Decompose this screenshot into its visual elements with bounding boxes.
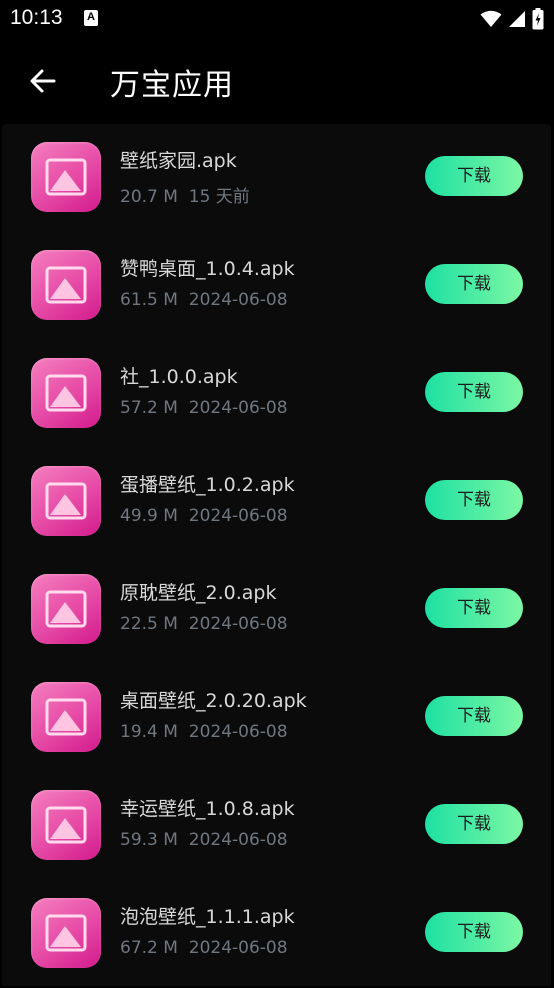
page-title: 万宝应用 [110,68,234,103]
download-button[interactable]: 下载 [425,372,523,412]
file-meta: 49.9 M 2024-06-08 [120,506,288,526]
back-arrow-icon[interactable] [28,66,58,96]
file-size: 59.3 M [120,830,178,850]
battery-charging-icon [532,8,544,30]
file-name: 社_1.0.0.apk [120,366,238,388]
wifi-icon [480,10,502,27]
image-placeholder-icon [45,482,87,520]
download-button[interactable]: 下载 [425,912,523,952]
image-placeholder-icon [45,266,87,304]
file-name: 蛋播壁纸_1.0.2.apk [120,474,295,496]
list-item[interactable]: 壁纸家园.apk 20.7 M 15 天前 下载 [2,124,551,232]
list-item[interactable]: 社_1.0.0.apk 57.2 M 2024-06-08 下载 [2,340,551,448]
list-item[interactable]: 蛋播壁纸_1.0.2.apk 49.9 M 2024-06-08 下载 [2,448,551,556]
image-placeholder-icon [45,374,87,412]
file-list: 壁纸家园.apk 20.7 M 15 天前 下载 赞鸭桌面_1.0.4.apk … [2,124,551,986]
file-meta: 22.5 M 2024-06-08 [120,614,288,634]
file-meta: 20.7 M 15 天前 [120,182,250,207]
file-meta: 61.5 M 2024-06-08 [120,290,288,310]
download-button[interactable]: 下载 [425,264,523,304]
download-button[interactable]: 下载 [425,480,523,520]
list-item[interactable]: 原耽壁纸_2.0.apk 22.5 M 2024-06-08 下载 [2,556,551,664]
file-size: 20.7 M [120,187,178,207]
download-button[interactable]: 下载 [425,156,523,196]
app-icon [31,682,101,752]
image-placeholder-icon [45,158,87,196]
list-item[interactable]: 赞鸭桌面_1.0.4.apk 61.5 M 2024-06-08 下载 [2,232,551,340]
file-meta: 57.2 M 2024-06-08 [120,398,288,418]
download-button[interactable]: 下载 [425,588,523,628]
file-date: 2024-06-08 [188,830,288,850]
file-size: 67.2 M [120,938,178,958]
file-meta: 67.2 M 2024-06-08 [120,938,288,958]
file-name: 壁纸家园.apk [120,150,237,172]
status-bar: 10:13 A [0,0,554,38]
image-placeholder-icon [45,914,87,952]
file-name: 原耽壁纸_2.0.apk [120,582,277,604]
file-date: 2024-06-08 [188,290,288,310]
app-icon [31,790,101,860]
file-name: 幸运壁纸_1.0.8.apk [120,798,295,820]
file-size: 19.4 M [120,722,178,742]
file-date: 2024-06-08 [188,938,288,958]
file-size: 22.5 M [120,614,178,634]
file-name: 泡泡壁纸_1.1.1.apk [120,906,295,928]
image-placeholder-icon [45,590,87,628]
image-placeholder-icon [45,806,87,844]
file-name: 赞鸭桌面_1.0.4.apk [120,258,295,280]
list-item[interactable]: 泡泡壁纸_1.1.1.apk 67.2 M 2024-06-08 下载 [2,880,551,988]
list-item[interactable]: 桌面壁纸_2.0.20.apk 19.4 M 2024-06-08 下载 [2,664,551,772]
file-date: 2024-06-08 [188,722,288,742]
download-button[interactable]: 下载 [425,696,523,736]
notification-a-icon: A [84,10,98,26]
file-date: 2024-06-08 [188,614,288,634]
app-icon [31,358,101,428]
file-date: 2024-06-08 [188,398,288,418]
download-button[interactable]: 下载 [425,804,523,844]
file-meta: 19.4 M 2024-06-08 [120,722,288,742]
app-icon [31,574,101,644]
app-bar: 万宝应用 [0,38,554,124]
status-icons [480,8,544,30]
list-item[interactable]: 幸运壁纸_1.0.8.apk 59.3 M 2024-06-08 下载 [2,772,551,880]
file-meta: 59.3 M 2024-06-08 [120,830,288,850]
file-size: 57.2 M [120,398,178,418]
app-icon [31,898,101,968]
file-name: 桌面壁纸_2.0.20.apk [120,690,307,712]
app-icon [31,142,101,212]
signal-icon [509,11,525,27]
file-date: 2024-06-08 [188,506,288,526]
app-icon [31,466,101,536]
file-size: 61.5 M [120,290,178,310]
file-size: 49.9 M [120,506,178,526]
status-time: 10:13 [10,6,63,29]
file-date: 15 天前 [188,187,250,207]
app-icon [31,250,101,320]
image-placeholder-icon [45,698,87,736]
